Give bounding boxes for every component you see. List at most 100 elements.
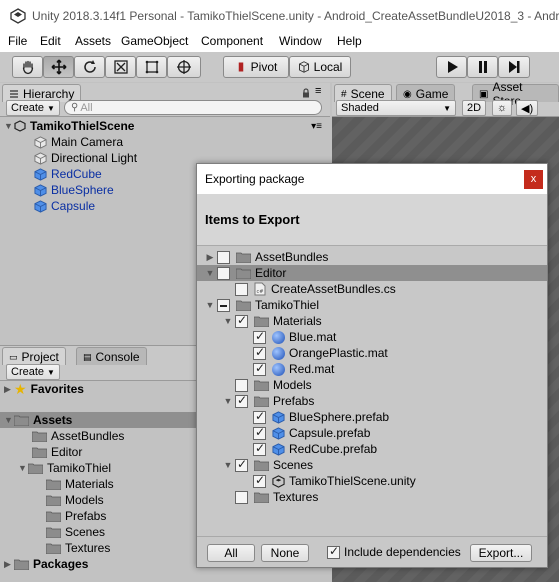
export-item-checkbox[interactable] [253, 441, 266, 456]
expand-arrow-icon[interactable]: ▼ [221, 316, 235, 326]
export-tree-row[interactable]: ▼ Materials [197, 313, 547, 329]
tab-console[interactable]: ▤ Console [76, 347, 147, 365]
menu-component[interactable]: Component [201, 34, 263, 48]
export-tree-row[interactable]: OrangePlastic.mat [197, 345, 547, 361]
export-item-checkbox[interactable] [253, 361, 266, 376]
export-tree-row[interactable]: c# CreateAssetBundles.cs [197, 281, 547, 297]
folder-icon [14, 559, 29, 570]
export-item-checkbox[interactable] [217, 298, 230, 312]
hierarchy-item[interactable]: RedCube [34, 166, 102, 182]
scale-tool-button[interactable] [105, 56, 136, 78]
menu-assets[interactable]: Assets [75, 34, 111, 48]
expand-arrow-icon[interactable]: ▼ [203, 300, 217, 310]
export-item-checkbox[interactable] [235, 378, 248, 392]
panel-menu-icon[interactable]: ≡ [315, 85, 321, 97]
export-item-checkbox[interactable] [253, 329, 266, 344]
export-tree-row[interactable]: ▼ Prefabs [197, 393, 547, 409]
expand-arrow-icon[interactable]: ▼ [221, 396, 235, 406]
pause-button[interactable] [467, 56, 498, 78]
dialog-title: Exporting package [205, 172, 305, 186]
close-button[interactable]: x [524, 170, 543, 189]
audio-toggle-button[interactable]: ◀) [516, 100, 539, 116]
export-item-checkbox[interactable] [235, 282, 248, 296]
shading-mode-dropdown[interactable]: Shaded ▼ [336, 100, 456, 116]
hierarchy-item[interactable]: BlueSphere [34, 182, 114, 198]
expand-arrow-icon[interactable]: ▼ [18, 463, 28, 473]
tab-project-label: Project [21, 350, 59, 364]
expand-arrow-icon[interactable]: ▼ [4, 121, 14, 131]
menu-help[interactable]: Help [337, 34, 362, 48]
project-packages-row[interactable]: ▶ Packages [4, 556, 88, 572]
hierarchy-item[interactable]: Directional Light [34, 150, 137, 166]
rect-tool-button[interactable] [136, 56, 167, 78]
project-item[interactable]: Models [46, 492, 104, 508]
include-dependencies-toggle[interactable]: Include dependencies [327, 544, 461, 559]
export-tree-row[interactable]: Models [197, 377, 547, 393]
hand-tool-button[interactable] [12, 56, 43, 78]
export-item-checkbox[interactable] [235, 490, 248, 504]
expand-arrow-icon[interactable]: ▶ [4, 384, 14, 395]
hierarchy-item[interactable]: Main Camera [34, 134, 123, 150]
scene-menu-icon[interactable]: ▾≡ [311, 121, 322, 132]
menu-edit[interactable]: Edit [40, 34, 61, 48]
transform-tool-button[interactable] [167, 56, 201, 78]
select-none-button[interactable]: None [261, 544, 309, 562]
export-tree-row[interactable]: ▼ Editor [197, 265, 547, 281]
project-item[interactable]: ▼ TamikoThiel [18, 460, 111, 476]
pivot-toggle-button[interactable]: Pivot [223, 56, 289, 78]
select-all-button[interactable]: All [207, 544, 255, 562]
export-tree-row[interactable]: ▼ Scenes [197, 457, 547, 473]
hierarchy-item[interactable]: Capsule [34, 198, 95, 214]
hierarchy-create-button[interactable]: Create ▼ [6, 100, 60, 116]
include-dependencies-checkbox[interactable] [327, 544, 340, 559]
expand-arrow-icon[interactable]: ▶ [4, 559, 14, 570]
expand-arrow-icon[interactable]: ▼ [203, 268, 217, 278]
menu-window[interactable]: Window [279, 34, 322, 48]
export-item-checkbox[interactable] [217, 266, 230, 280]
export-tree-row[interactable]: Capsule.prefab [197, 425, 547, 441]
export-tree-row[interactable]: Textures [197, 489, 547, 505]
move-tool-button[interactable] [43, 56, 74, 78]
collapse-arrow-icon[interactable]: ▶ [203, 252, 217, 263]
export-tree-row[interactable]: ▼ TamikoThiel [197, 297, 547, 313]
export-tree-row[interactable]: Red.mat [197, 361, 547, 377]
lighting-toggle-button[interactable]: ☼ [492, 100, 513, 116]
export-item-checkbox[interactable] [253, 409, 266, 424]
export-item-checkbox[interactable] [235, 457, 248, 472]
project-item[interactable]: Editor [32, 444, 82, 460]
project-item[interactable]: Materials [46, 476, 114, 492]
export-item-checkbox[interactable] [217, 250, 230, 264]
expand-arrow-icon[interactable]: ▼ [221, 460, 235, 470]
export-item-checkbox[interactable] [235, 313, 248, 328]
export-item-checkbox[interactable] [253, 345, 266, 360]
export-button[interactable]: Export... [470, 544, 532, 562]
tab-project[interactable]: ▭ Project [2, 347, 66, 365]
step-button[interactable] [498, 56, 530, 78]
project-item[interactable]: Textures [46, 540, 110, 556]
export-item-checkbox[interactable] [235, 393, 248, 408]
play-button[interactable] [436, 56, 467, 78]
lock-icon[interactable] [301, 88, 311, 98]
menu-file[interactable]: File [8, 34, 27, 48]
export-tree-row[interactable]: RedCube.prefab [197, 441, 547, 457]
menu-gameobject[interactable]: GameObject [121, 34, 188, 48]
svg-text:c#: c# [257, 289, 264, 295]
local-toggle-button[interactable]: Local [289, 56, 351, 78]
export-tree-row[interactable]: Blue.mat [197, 329, 547, 345]
export-tree-row[interactable]: BlueSphere.prefab [197, 409, 547, 425]
project-favorites-row[interactable]: ▶ ★ Favorites [4, 381, 84, 397]
expand-arrow-icon[interactable]: ▼ [4, 415, 14, 425]
project-item[interactable]: Prefabs [46, 508, 106, 524]
script-icon: c# [254, 282, 271, 296]
export-item-checkbox[interactable] [253, 473, 266, 488]
export-tree-row[interactable]: ▶ AssetBundles [197, 249, 547, 265]
project-item[interactable]: AssetBundles [32, 428, 124, 444]
export-item-checkbox[interactable] [253, 425, 266, 440]
hierarchy-scene-row[interactable]: ▼ TamikoThielScene ▾≡ [4, 118, 326, 134]
project-create-button[interactable]: Create ▼ [6, 364, 60, 380]
export-tree-row[interactable]: TamikoThielScene.unity [197, 473, 547, 489]
hierarchy-search-field[interactable]: ⚲ All [64, 100, 322, 115]
project-item[interactable]: Scenes [46, 524, 105, 540]
rotate-tool-button[interactable] [74, 56, 105, 78]
toggle-2d-button[interactable]: 2D [462, 100, 487, 116]
